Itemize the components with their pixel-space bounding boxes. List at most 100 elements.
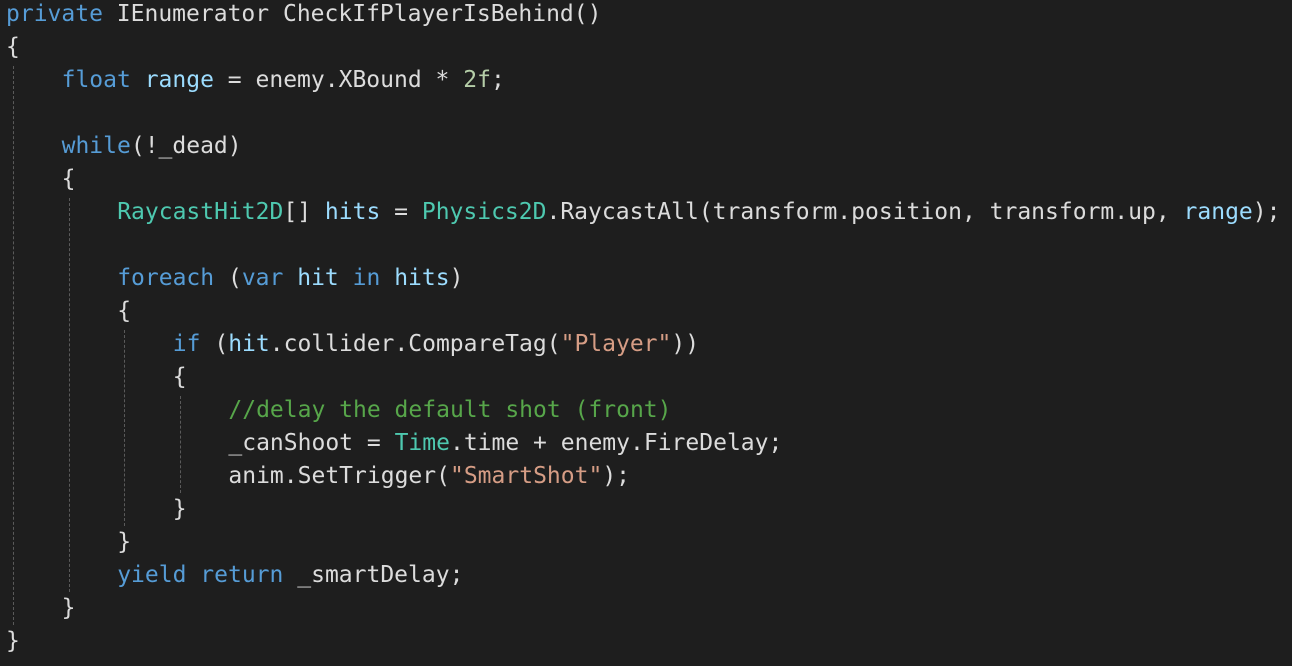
code-token: private: [6, 1, 103, 27]
code-token: CheckIfPlayerIsBehind: [282, 1, 574, 27]
indent-guide: [179, 396, 181, 493]
code-token: (!: [130, 133, 159, 159]
code-token: (: [200, 331, 229, 357]
code-token: ;: [449, 562, 464, 588]
code-line[interactable]: _canShoot = Time.time + enemy.FireDelay;: [228, 427, 782, 460]
code-line[interactable]: anim.SetTrigger("SmartShot");: [228, 460, 630, 493]
code-token: .: [1114, 199, 1129, 225]
code-token: (: [436, 463, 450, 489]
code-token: //delay the default shot (front): [228, 397, 672, 423]
code-token: FireDelay: [643, 430, 769, 456]
code-token: .: [546, 199, 561, 225]
code-token: ,: [1155, 199, 1184, 225]
code-token: foreach: [117, 265, 215, 291]
code-line[interactable]: }: [6, 625, 20, 658]
code-token: }: [117, 529, 132, 555]
code-token: yield: [117, 562, 187, 588]
code-token: ;: [490, 67, 505, 93]
code-line[interactable]: private IEnumerator CheckIfPlayerIsBehin…: [6, 0, 601, 31]
code-token: .: [394, 331, 409, 357]
code-token: []: [283, 199, 325, 225]
code-line[interactable]: if (hit.collider.CompareTag("Player")): [173, 328, 699, 361]
code-token: ): [227, 133, 242, 159]
code-token: RaycastAll: [560, 199, 699, 225]
code-token: {: [172, 364, 187, 390]
code-token: *: [421, 67, 464, 93]
code-token: position: [851, 199, 962, 225]
code-token: collider: [283, 331, 395, 357]
code-line[interactable]: {: [117, 295, 131, 328]
code-token: ): [449, 265, 464, 291]
code-token: .: [449, 430, 464, 456]
code-token: ;: [768, 430, 783, 456]
code-token: IEnumerator: [116, 1, 270, 27]
code-token: SetTrigger: [297, 463, 437, 489]
code-token: float: [61, 67, 131, 93]
code-token: transform: [989, 199, 1115, 225]
code-token: =: [353, 430, 395, 456]
code-token: hits: [324, 199, 381, 225]
code-token: RaycastHit2D: [117, 199, 284, 225]
code-token: hits: [394, 265, 450, 291]
code-token: 2f: [463, 67, 491, 93]
code-token: _smartDelay: [297, 562, 450, 588]
code-token: +: [519, 430, 561, 456]
code-token: enemy: [255, 67, 325, 93]
code-token: .: [630, 430, 644, 456]
code-line[interactable]: }: [62, 592, 76, 625]
indent-guide: [68, 198, 70, 592]
code-token: );: [1252, 199, 1281, 225]
code-token: range: [1183, 199, 1253, 225]
code-token: .: [837, 199, 852, 225]
code-token: .: [324, 67, 339, 93]
code-token: "Player": [560, 331, 672, 357]
code-line[interactable]: float range = enemy.XBound * 2f;: [62, 64, 505, 97]
code-token: );: [602, 463, 631, 489]
code-token: return: [200, 562, 284, 588]
code-token: (: [546, 331, 561, 357]
code-token: .: [283, 463, 298, 489]
code-line[interactable]: yield return _smartDelay;: [117, 559, 463, 592]
code-token: (): [573, 1, 602, 27]
code-token: enemy: [560, 430, 630, 456]
code-token: CompareTag: [408, 331, 547, 357]
code-token: _canShoot: [228, 430, 354, 456]
code-token: hit: [228, 331, 270, 357]
code-line[interactable]: {: [173, 361, 187, 394]
indent-guide: [124, 330, 126, 526]
code-line[interactable]: }: [173, 493, 187, 526]
code-editor[interactable]: private IEnumerator CheckIfPlayerIsBehin…: [0, 0, 1292, 666]
code-line[interactable]: //delay the default shot (front): [228, 394, 671, 427]
code-token: if: [172, 331, 201, 357]
code-token: _dead: [158, 133, 228, 159]
code-line[interactable]: RaycastHit2D[] hits = Physics2D.RaycastA…: [117, 196, 1280, 229]
code-token: }: [6, 628, 20, 654]
code-line[interactable]: foreach (var hit in hits): [117, 262, 463, 295]
code-token: .: [269, 331, 284, 357]
code-token: in: [352, 265, 381, 291]
code-token: ,: [961, 199, 990, 225]
code-token: )): [671, 331, 700, 357]
code-line[interactable]: {: [62, 163, 76, 196]
code-token: time: [463, 430, 520, 456]
code-token: {: [117, 298, 132, 324]
code-token: =: [213, 67, 256, 93]
code-token: (: [214, 265, 242, 291]
code-token: "SmartShot": [449, 463, 603, 489]
code-token: =: [380, 199, 422, 225]
code-token: }: [61, 595, 76, 621]
code-line[interactable]: while(!_dead): [62, 130, 242, 163]
code-token: {: [61, 166, 76, 192]
code-token: range: [144, 67, 214, 93]
code-line[interactable]: {: [6, 31, 20, 64]
code-token: while: [61, 133, 131, 159]
code-line[interactable]: }: [117, 526, 131, 559]
